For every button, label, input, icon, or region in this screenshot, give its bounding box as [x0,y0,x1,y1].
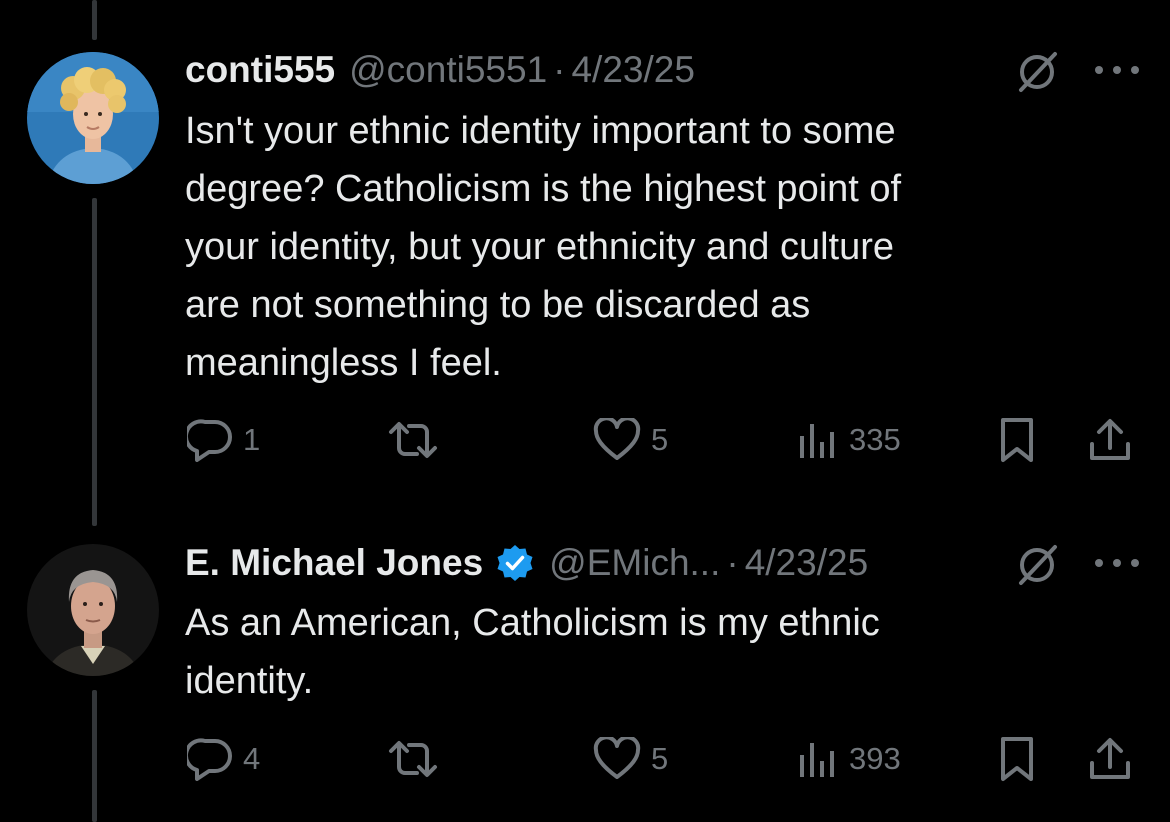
view-count: 393 [849,741,901,776]
avatar[interactable] [27,544,159,676]
share-button[interactable] [1087,415,1133,465]
tweet-text: As an American, Catholicism is my ethnic… [185,594,1085,710]
retweet-icon [389,741,437,777]
like-button[interactable]: 5 [593,415,668,465]
share-icon [1090,738,1130,779]
tweet-date[interactable]: 4/23/25 [745,542,868,584]
share-button[interactable] [1087,734,1133,784]
retweet-button[interactable] [385,734,441,784]
reply-button[interactable]: 4 [187,734,260,784]
author-name[interactable]: E. Michael Jones [185,542,483,584]
views-button[interactable]: 393 [795,734,901,784]
more-icon[interactable] [1095,555,1139,571]
more-icon[interactable] [1095,62,1139,78]
grok-icon[interactable] [1015,48,1061,94]
view-count: 335 [849,422,901,457]
grok-icon[interactable] [1015,541,1061,587]
like-count: 5 [651,741,669,776]
avatar[interactable] [27,52,159,184]
action-bar: 1 5 335 [185,415,1145,465]
tweet-text-line: As an American, Catholicism is my ethnic [185,602,880,644]
tweet-date[interactable]: 4/23/25 [571,49,694,91]
like-icon [593,418,641,460]
views-icon [800,424,834,458]
views-button[interactable]: 335 [795,415,901,465]
separator-dot: · [553,49,566,90]
reply-icon [187,419,232,462]
tweet-text-line: degree? Catholicism is the highest point… [185,168,902,210]
action-bar: 4 5 393 [185,734,1145,784]
tweet-text-line: your identity, but your ethnicity and cu… [185,226,895,268]
author-handle[interactable]: @conti5551 [349,49,547,91]
tweet-text: Isn't your ethnic identity important to … [185,102,1085,392]
retweet-icon [389,422,437,458]
separator-dot: · [726,542,739,583]
views-icon [800,743,834,777]
verified-badge-icon [497,545,533,581]
bookmark-button[interactable] [997,415,1037,465]
tweet-text-line: are not something to be discarded as [185,284,811,326]
bookmark-icon [1001,418,1033,462]
bookmark-button[interactable] [997,734,1037,784]
author-handle[interactable]: @EMich... [549,542,720,584]
tweet-text-line: identity. [185,660,314,702]
reply-count: 4 [243,741,261,776]
retweet-button[interactable] [385,415,441,465]
tweet-text-line: Isn't your ethnic identity important to … [185,110,896,152]
reply-count: 1 [243,422,261,457]
author-name[interactable]: conti555 [185,49,335,91]
tweet[interactable]: E. Michael Jones @EMich... · 4/23/25 As … [0,500,1170,822]
tweet-header: E. Michael Jones @EMich... · 4/23/25 [185,538,868,588]
bookmark-icon [1001,737,1033,781]
tweet-header: conti555 @conti5551 · 4/23/25 [185,45,695,95]
reply-button[interactable]: 1 [187,415,260,465]
like-button[interactable]: 5 [593,734,668,784]
tweet[interactable]: conti555 @conti5551 · 4/23/25 Isn't your… [0,0,1170,500]
like-icon [593,737,641,779]
reply-icon [187,738,232,781]
like-count: 5 [651,422,669,457]
tweet-text-line: meaningless I feel. [185,342,502,384]
share-icon [1090,419,1130,460]
